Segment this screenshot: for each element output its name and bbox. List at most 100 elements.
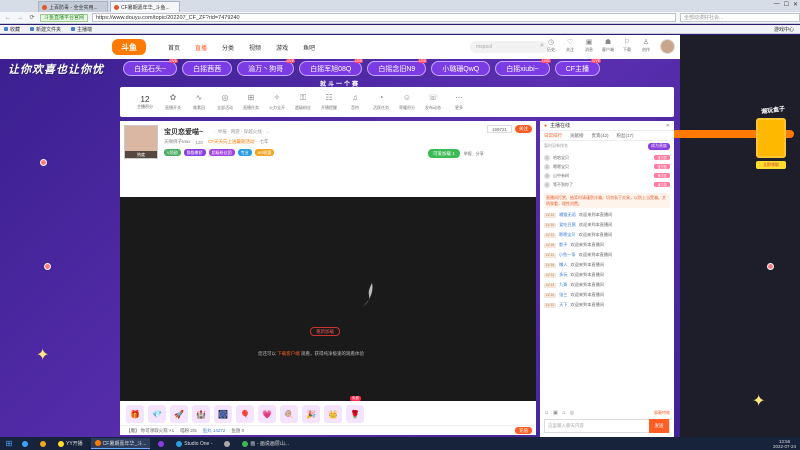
tool-item-3[interactable]: ⊞ 直播任务 [238, 93, 264, 111]
green-action-button[interactable]: 可爱加载 1 [428, 149, 460, 158]
gift-item[interactable]: 🎆 [214, 405, 232, 423]
nav-item-0[interactable]: 首页 [168, 43, 180, 52]
nav-item-1[interactable]: 直播 [195, 43, 207, 52]
room-meta-item[interactable]: CF天天向上送暑期活动 [208, 139, 255, 145]
chat-username[interactable]: 橘猫无语 [559, 212, 576, 218]
tool-item-5[interactable]: ⚿ 超级粉丝 [290, 93, 316, 111]
fan-row[interactable]: 2 嗯嗯宝贝 宝贝恋 [544, 162, 670, 171]
taskbar-item[interactable] [154, 438, 168, 449]
chat-tool-icon[interactable]: ☺ [544, 410, 549, 416]
tool-item-8[interactable]: ◔ 活跃任务 [368, 93, 394, 111]
chat-tool-icon[interactable]: ◎ [570, 410, 574, 416]
bookmark-item[interactable]: 收藏 [4, 26, 20, 33]
gift-item[interactable]: 🚀 [170, 405, 188, 423]
streamer-pill[interactable]: 白摇xiubi~ LIVE [495, 59, 551, 76]
streamer-pill[interactable]: 白摇石头~ LIVE [123, 59, 179, 76]
chat-tab[interactable]: 日常排行 [544, 133, 562, 139]
chat-username[interactable]: 影子 [559, 242, 567, 248]
back-button[interactable]: ← [4, 14, 12, 22]
streamer-pill[interactable]: 白摇念旧N9 LIVE [367, 59, 428, 76]
share-link[interactable]: 分享 [476, 151, 484, 157]
header-icon-4[interactable]: ⚐ 下载 [621, 38, 633, 53]
header-icon-2[interactable]: ▣ 消息 [583, 38, 595, 53]
chat-username[interactable]: 九哥 [559, 282, 567, 288]
tool-item-6[interactable]: ☷ 开播提醒 [316, 93, 342, 111]
download-client-link[interactable]: 下载客户端 [277, 351, 300, 356]
forward-button[interactable]: → [16, 14, 24, 22]
header-icon-1[interactable]: ♡ 关注 [564, 38, 576, 53]
start-button[interactable]: ⊞ [4, 439, 14, 449]
browser-search-input[interactable]: 全部动漫好社会... [680, 13, 800, 22]
url-field[interactable]: https://www.douyu.com/topic/202207_CF_ZF… [92, 13, 676, 22]
streamer-avatar[interactable]: 热度 [124, 125, 158, 159]
streamer-pill[interactable]: 白摇茜茜 [182, 61, 233, 76]
gift-claim-text[interactable]: 【魔】 你可领取火箭 ×1 [126, 428, 174, 434]
chat-tool-icon[interactable]: ♫ [562, 410, 566, 416]
close-icon[interactable]: ✕ [666, 123, 670, 129]
gift-item[interactable]: 🍭 [280, 405, 298, 423]
tool-item-4[interactable]: ✧ 火力全开 [264, 93, 290, 111]
nav-item-3[interactable]: 视频 [249, 43, 261, 52]
tool-item-9[interactable]: ☺ 荣耀积分 [394, 93, 420, 111]
refresh-button[interactable]: ⟳ [28, 14, 36, 22]
streamer-pill[interactable]: 白摇军旭08Q LIVE [299, 59, 364, 76]
room-tag[interactable]: 超级粉丝团 [208, 149, 235, 156]
fan-row[interactable]: 1 哈哈宝贝 宝贝恋 [544, 153, 670, 162]
points-counter[interactable]: 12 主播积分 [130, 95, 160, 110]
taskbar-item[interactable] [220, 438, 234, 449]
close-window-button[interactable]: ✕ [793, 1, 798, 8]
taskbar-item[interactable] [18, 438, 32, 449]
chat-tab[interactable]: 贵宾(42) [592, 133, 609, 139]
douyu-logo[interactable]: 斗鱼 [112, 39, 146, 55]
gift-item[interactable]: 💎 [148, 405, 166, 423]
room-tag[interactable]: AR联盟 [254, 149, 275, 156]
streamer-pill[interactable]: CF主播 LIVE [554, 59, 602, 76]
gift-item[interactable]: 🎁 [126, 405, 144, 423]
gift-item[interactable]: 🎈 [236, 405, 254, 423]
promo-button[interactable]: 立即领取 [756, 161, 786, 169]
follow-button[interactable]: 关注 [515, 125, 532, 133]
chat-username[interactable]: 小鱼一条 [559, 252, 576, 258]
gift-item[interactable]: 🎉 [302, 405, 320, 423]
header-icon-0[interactable]: ◷ 历史 [545, 38, 557, 53]
chat-input[interactable]: 这里输入聊天内容 发送 [544, 419, 670, 433]
become-noble-button[interactable]: 成为贵族 [648, 142, 670, 150]
chat-username[interactable]: 嗯嗯宝贝 [559, 232, 576, 238]
taskbar-item[interactable] [36, 438, 50, 449]
chat-username[interactable]: 天下 [559, 302, 567, 308]
room-tag[interactable]: 专业 [237, 149, 252, 156]
chat-username[interactable]: 懒人 [559, 262, 567, 268]
minimize-button[interactable]: — [774, 1, 780, 8]
streamer-pill[interactable]: 小璐珊QwQ [431, 61, 491, 76]
user-avatar[interactable] [660, 39, 675, 54]
taskbar-item[interactable]: CF暑期嘉年华_斗... [90, 438, 151, 449]
gift-item[interactable]: 🌹 [346, 405, 364, 423]
chat-tool-icon[interactable]: ▣ [553, 410, 558, 416]
system-clock[interactable]: 13:56 2022-07-24 [773, 439, 796, 449]
browser-tab-active[interactable]: CF暑期嘉年华_斗鱼... [110, 1, 180, 12]
tool-item-1[interactable]: ∿ 像素回 [186, 93, 212, 111]
tool-item-11[interactable]: ⋯ 更多 [446, 93, 472, 111]
tool-item-10[interactable]: ☏ 发布动态 [420, 93, 446, 111]
reload-button[interactable]: 重新加载 [310, 327, 340, 336]
bookmark-item[interactable]: 主播端 [71, 26, 92, 33]
video-player[interactable]: 重新加载 您还可以 下载客户端 观看，获得纯净极速的观看体验 06:40 免费 … [120, 197, 536, 425]
taskbar-item[interactable]: YY开播 [54, 438, 87, 449]
gift-item[interactable]: 👑 [324, 405, 342, 423]
bookmark-item[interactable]: 新建文件夹 [30, 26, 61, 33]
recharge-button[interactable]: 充值 [515, 427, 532, 434]
send-button[interactable]: 发送 [649, 419, 669, 433]
taskbar-item[interactable]: Studio One - [172, 438, 216, 449]
gift-item[interactable]: 💗 [258, 405, 276, 423]
gift-item[interactable]: 🏰 [192, 405, 210, 423]
streamer-pill[interactable]: 渝万丶狗哥 LIVE [237, 59, 296, 76]
game-center-link[interactable]: 游戏中心 [774, 26, 794, 33]
tool-item-2[interactable]: ◎ 全部活动 [212, 93, 238, 111]
nav-item-2[interactable]: 分类 [222, 43, 234, 52]
promo-widget[interactable]: 潮玩盒子 立即领取 [756, 105, 790, 215]
room-tag[interactable]: 猫猫撒娇 [183, 149, 206, 156]
maximize-button[interactable]: ☐ [784, 1, 789, 8]
nav-item-5[interactable]: 鱼吧 [303, 43, 315, 52]
site-search-input[interactable]: mspool ⌕ [470, 41, 548, 53]
chat-username[interactable]: 张三 [559, 292, 567, 298]
